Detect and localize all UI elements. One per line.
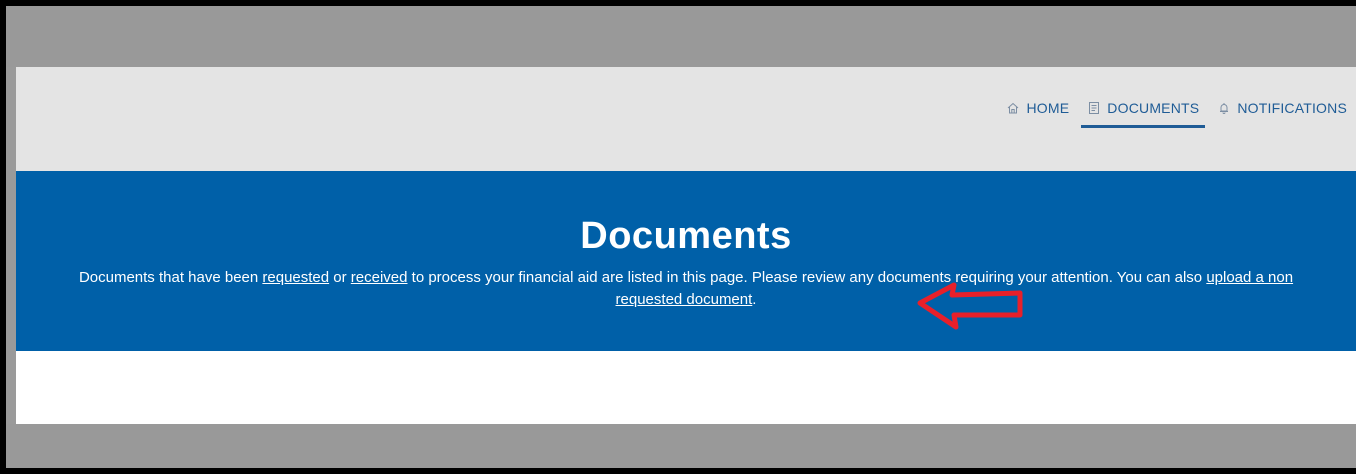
desc-text-4: . bbox=[752, 291, 757, 308]
page-title: Documents bbox=[580, 215, 792, 257]
nav-item-home[interactable]: HOME bbox=[997, 100, 1078, 116]
nav-item-documents-label: DOCUMENTS bbox=[1107, 100, 1200, 116]
requested-link[interactable]: requested bbox=[262, 269, 329, 286]
content-area bbox=[16, 351, 1356, 424]
red-arrow-annotation-icon bbox=[917, 282, 1023, 330]
nav-item-documents[interactable]: DOCUMENTS bbox=[1078, 100, 1208, 128]
top-gray-bar bbox=[6, 6, 1356, 67]
banner-description: Documents that have been requested or re… bbox=[46, 267, 1326, 311]
desc-text-3: to process your financial aid are listed… bbox=[407, 269, 1207, 286]
desc-text-2: or bbox=[329, 269, 351, 286]
nav-item-notifications[interactable]: NOTIFICATIONS bbox=[1208, 100, 1356, 116]
top-navbar: HOME DOCUMENTS NOTIFICATIONS bbox=[16, 67, 1356, 171]
document-icon bbox=[1087, 101, 1101, 115]
bottom-gray-bar bbox=[6, 424, 1356, 468]
home-icon bbox=[1006, 101, 1020, 115]
desc-text-1: Documents that have been bbox=[78, 269, 263, 286]
nav-item-home-label: HOME bbox=[1026, 100, 1070, 116]
nav-item-notifications-label: NOTIFICATIONS bbox=[1237, 100, 1347, 116]
received-link[interactable]: received bbox=[351, 269, 408, 286]
nav-menu: HOME DOCUMENTS NOTIFICATIONS bbox=[997, 100, 1356, 128]
documents-banner: Documents Documents that have been reque… bbox=[16, 171, 1356, 351]
bell-icon bbox=[1217, 101, 1231, 115]
screenshot-frame: HOME DOCUMENTS NOTIFICATIONS Documents D… bbox=[0, 0, 1356, 474]
